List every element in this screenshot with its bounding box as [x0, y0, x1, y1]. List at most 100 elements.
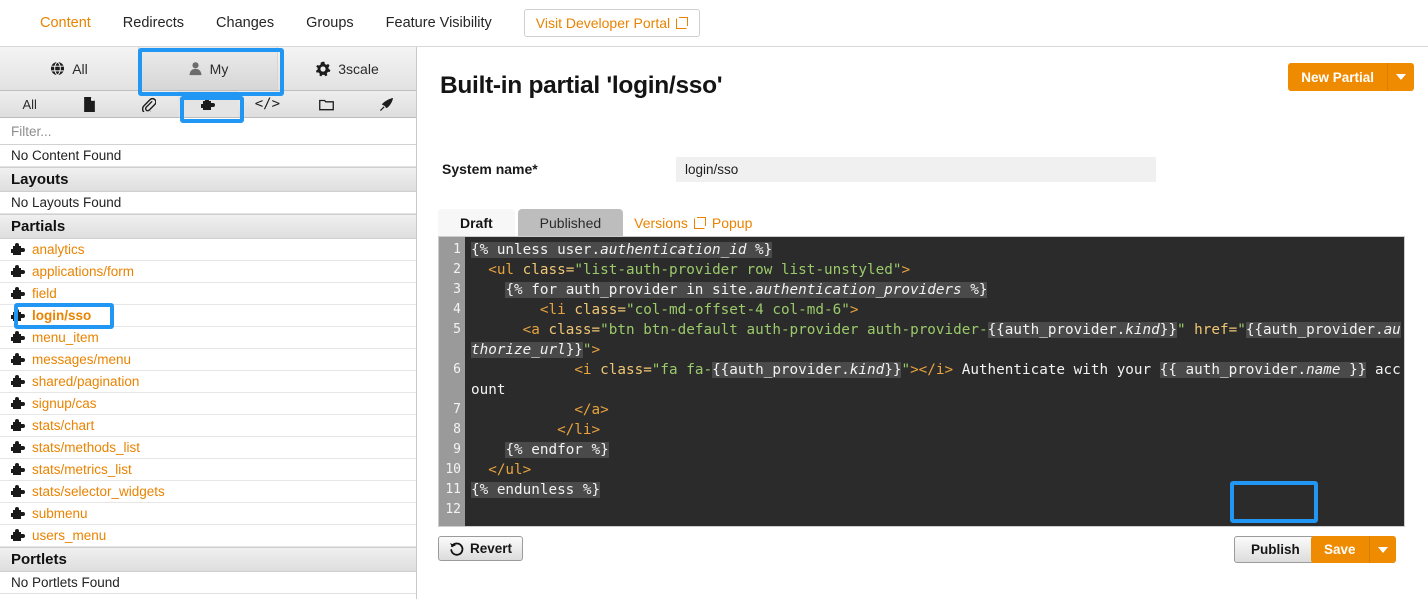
list-item-label: stats/metrics_list — [32, 462, 132, 477]
external-link-icon — [693, 216, 706, 229]
line-number: 12 — [445, 502, 461, 517]
line-number: 2 — [453, 262, 461, 277]
list-item[interactable]: shared/pagination — [0, 371, 416, 393]
code-line: {% endunless %} — [471, 482, 601, 498]
scope-tab-3scale-label: 3scale — [338, 60, 379, 77]
code-line: </ul> — [488, 462, 532, 478]
scope-tab-all[interactable]: All — [0, 47, 139, 90]
topnav-item-feature-visibility[interactable]: Feature Visibility — [370, 0, 508, 46]
topnav-item-groups[interactable]: Groups — [290, 0, 370, 46]
code-line: {% for auth_provider in site.authenticat… — [505, 282, 988, 298]
filter-field-wrapper — [0, 118, 416, 145]
list-item[interactable]: messages/menu — [0, 349, 416, 371]
puzzle-piece-icon — [11, 507, 25, 520]
list-item-label: signup/cas — [32, 396, 97, 411]
save-dropdown-toggle[interactable] — [1369, 536, 1396, 563]
puzzle-piece-icon — [200, 97, 215, 111]
no-layouts-found-row: No Layouts Found — [0, 192, 416, 214]
list-item-label: shared/pagination — [32, 374, 140, 389]
visit-developer-portal-button[interactable]: Visit Developer Portal — [523, 9, 701, 37]
list-item[interactable]: analytics — [0, 239, 416, 261]
filter-input[interactable] — [0, 118, 416, 144]
popup-link[interactable]: Popup — [712, 215, 752, 231]
list-item[interactable]: signup/cas — [0, 393, 416, 415]
publish-button[interactable]: Publish — [1234, 536, 1317, 563]
revert-label: Revert — [470, 541, 513, 556]
list-item[interactable]: applications/form — [0, 261, 416, 283]
line-number: 10 — [445, 462, 461, 477]
list-item[interactable]: stats/chart — [0, 415, 416, 437]
required-asterisk: * — [532, 161, 538, 177]
code-line: {% endfor %} — [505, 442, 609, 458]
system-name-input[interactable] — [676, 157, 1156, 182]
tab-published[interactable]: Published — [517, 209, 624, 236]
type-tab-published[interactable] — [357, 91, 416, 117]
puzzle-piece-icon — [11, 287, 25, 300]
code-line: <a class="btn btn-default auth-provider … — [471, 322, 1401, 358]
editor-code-content[interactable]: {% unless user.authentication_id %} <ul … — [465, 237, 1404, 526]
list-item-label: messages/menu — [32, 352, 132, 367]
code-line: </a> — [574, 402, 609, 418]
list-item[interactable]: stats/methods_list — [0, 437, 416, 459]
topnav-item-changes[interactable]: Changes — [200, 0, 290, 46]
line-number: 1 — [453, 242, 461, 257]
group-header-portlets: Portlets — [0, 547, 416, 572]
revert-icon — [449, 542, 464, 556]
chevron-down-icon — [1396, 74, 1406, 80]
list-item[interactable]: stats/selector_widgets — [0, 481, 416, 503]
list-item-label: submenu — [32, 506, 88, 521]
versions-popup-links[interactable]: Versions Popup — [626, 209, 752, 236]
versions-link[interactable]: Versions — [634, 215, 688, 231]
list-item[interactable]: users_menu — [0, 525, 416, 547]
list-item[interactable]: submenu — [0, 503, 416, 525]
save-label: Save — [1311, 536, 1370, 563]
puzzle-piece-icon — [11, 397, 25, 410]
line-number: 4 — [453, 302, 461, 317]
type-tab-all[interactable]: All — [0, 91, 59, 117]
list-item[interactable]: stats/metrics_list — [0, 459, 416, 481]
rocket-icon — [379, 97, 393, 111]
type-tab-sections[interactable] — [297, 91, 356, 117]
globe-icon — [51, 61, 65, 76]
line-number: 11 — [445, 482, 461, 497]
no-portlets-found-row: No Portlets Found — [0, 572, 416, 594]
group-header-layouts: Layouts — [0, 167, 416, 192]
page-title: Built-in partial 'login/sso' — [440, 72, 723, 99]
content-sidebar: All My 3scale All </> Filter... No Conte… — [0, 47, 417, 599]
new-partial-button[interactable]: New Partial — [1288, 63, 1414, 91]
list-item-label: stats/selector_widgets — [32, 484, 165, 499]
list-item-label: stats/chart — [32, 418, 95, 433]
type-tab-all-label: All — [22, 96, 37, 112]
type-tab-files[interactable] — [119, 91, 178, 117]
puzzle-piece-icon — [11, 331, 25, 344]
scope-tab-3scale[interactable]: 3scale — [278, 47, 416, 90]
line-number: 6 — [453, 362, 461, 377]
save-button[interactable]: Save — [1311, 536, 1396, 563]
revert-button[interactable]: Revert — [438, 536, 524, 561]
topnav-item-redirects[interactable]: Redirects — [107, 0, 200, 46]
code-line: <ul class="list-auth-provider row list-u… — [488, 262, 911, 278]
type-tab-snippets[interactable]: </> — [238, 91, 297, 117]
code-line: {% unless user.authentication_id %} — [471, 242, 773, 258]
list-item[interactable]: menu_item — [0, 327, 416, 349]
new-partial-dropdown-toggle[interactable] — [1388, 63, 1414, 91]
list-item-label: analytics — [32, 242, 85, 257]
list-item[interactable]: field — [0, 283, 416, 305]
code-editor[interactable]: 1 2 3 4 5 6 7 8 9 10 11 12 {% unless use… — [438, 236, 1405, 527]
code-icon: </> — [254, 96, 281, 112]
list-item-label: stats/methods_list — [32, 440, 141, 455]
type-tab-bar: All </> — [0, 91, 416, 118]
list-item-login-sso[interactable]: login/sso — [0, 305, 416, 327]
type-tab-partials[interactable] — [178, 91, 238, 117]
tab-draft[interactable]: Draft — [438, 209, 515, 236]
folder-icon — [319, 99, 335, 110]
puzzle-piece-icon — [11, 441, 25, 454]
main-content-area: Built-in partial 'login/sso' New Partial… — [418, 47, 1428, 599]
scope-tab-my[interactable]: My — [139, 47, 278, 90]
page-icon — [83, 96, 95, 112]
type-tab-pages[interactable] — [59, 91, 118, 117]
puzzle-piece-icon — [11, 309, 25, 322]
puzzle-piece-icon — [11, 463, 25, 476]
line-number: 7 — [453, 402, 461, 417]
topnav-item-content[interactable]: Content — [24, 0, 107, 46]
